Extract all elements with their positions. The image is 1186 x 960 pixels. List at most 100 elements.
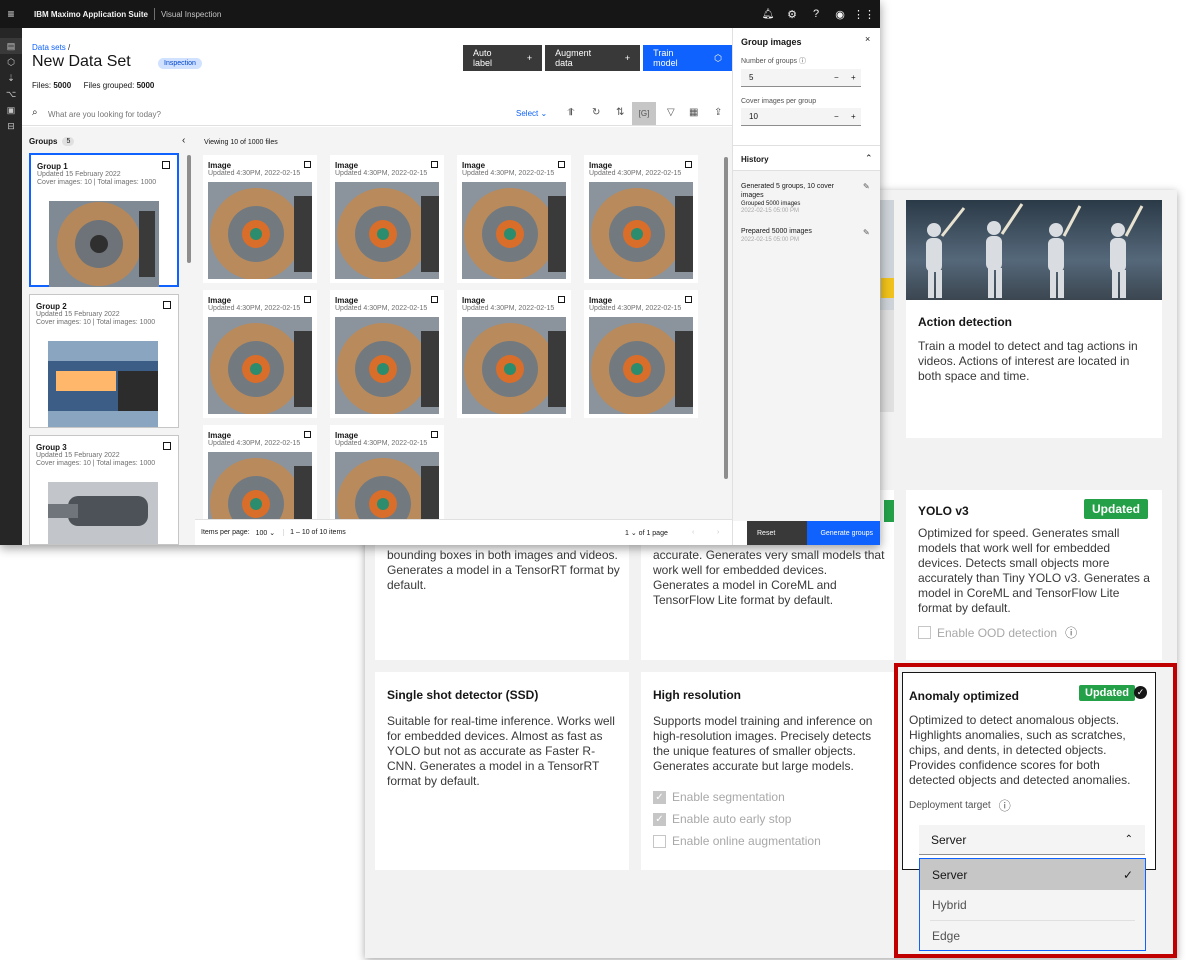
next-page-icon[interactable]: › — [717, 529, 719, 536]
updated-badge: Updated — [1084, 499, 1148, 519]
group-checkbox[interactable] — [163, 442, 171, 450]
ood-option[interactable]: Enable OOD detection ⓘ — [918, 624, 1077, 641]
early-stop-checkbox[interactable]: ✓ — [653, 812, 666, 826]
increment-icon[interactable]: + — [851, 73, 856, 82]
deploy-nav-icon[interactable]: ⇣ — [0, 70, 22, 86]
menu-option-hybrid[interactable]: Hybrid — [930, 890, 1135, 921]
image-tile[interactable]: Image Updated 4:30PM, 2022-02-15 — [330, 155, 444, 283]
projects-nav-icon[interactable]: ⌥ — [0, 86, 22, 102]
auto-label-button[interactable]: Auto label + — [463, 45, 543, 71]
online-augmentation-option[interactable]: Enable online augmentation — [653, 834, 821, 848]
ood-checkbox[interactable] — [918, 626, 931, 639]
tile-checkbox[interactable] — [431, 296, 438, 303]
deployment-target-dropdown[interactable]: Server ⌃ — [919, 825, 1145, 855]
hamburger-menu-icon[interactable]: ≡ — [0, 7, 22, 21]
group-checkbox[interactable] — [163, 301, 171, 309]
info-icon[interactable]: ⓘ — [799, 58, 806, 65]
image-tile[interactable]: Image Updated 4:30PM, 2022-02-15 — [203, 425, 317, 519]
search-input[interactable] — [48, 106, 348, 122]
decrement-icon[interactable]: − — [834, 73, 839, 82]
collapse-chevron-icon[interactable]: ‹ — [182, 135, 185, 146]
image-tile[interactable]: Image Updated 4:30PM, 2022-02-15 — [584, 155, 698, 283]
prev-page-icon[interactable]: ‹ — [692, 529, 694, 536]
edit-icon[interactable]: ✎ — [863, 182, 870, 191]
groups-scrollbar[interactable] — [187, 155, 191, 263]
group-checkbox[interactable] — [162, 161, 170, 169]
tile-checkbox[interactable] — [304, 296, 311, 303]
menu-option-label: Hybrid — [932, 898, 967, 912]
breadcrumb-link[interactable]: Data sets — [32, 43, 66, 52]
card-description: accurate. Generates very small models th… — [653, 548, 885, 607]
tile-checkbox[interactable] — [558, 296, 565, 303]
page-select[interactable]: 1 ⌄ of 1 page — [625, 529, 668, 537]
reset-button[interactable]: Reset — [747, 521, 807, 545]
cover-input[interactable]: 10 − + — [741, 108, 861, 126]
filter-upload-icon[interactable]: ⥣ — [567, 107, 574, 118]
info-icon[interactable]: ⓘ — [1065, 624, 1077, 641]
group-card[interactable]: Group 1 Updated 15 February 2022 Cover i… — [29, 153, 179, 287]
notification-icon[interactable]: 🔔︎ — [756, 9, 780, 20]
tile-checkbox[interactable] — [685, 296, 692, 303]
image-tile[interactable]: Image Updated 4:30PM, 2022-02-15 — [203, 155, 317, 283]
devices-nav-icon[interactable]: ⊟ — [0, 118, 22, 134]
image-tile[interactable]: Image Updated 4:30PM, 2022-02-15 — [330, 290, 444, 418]
breadcrumb[interactable]: Data sets / — [32, 43, 70, 52]
train-model-button[interactable]: Train model ⬡ — [643, 45, 732, 71]
ssd-card[interactable]: Single shot detector (SSD) Suitable for … — [375, 672, 629, 870]
sort-icon[interactable]: ⇅ — [616, 107, 624, 118]
datasets-nav-icon[interactable]: ▤ — [0, 38, 22, 54]
high-resolution-card[interactable]: High resolution Supports model training … — [641, 672, 894, 870]
group-card[interactable]: Group 2 Updated 15 February 2022 Cover i… — [29, 294, 179, 428]
group-view-icon[interactable]: [G] — [632, 102, 656, 125]
items-per-page-select[interactable]: 100 ⌄ — [256, 529, 276, 537]
updated-badge: Updated — [1079, 685, 1135, 701]
info-icon[interactable]: ⓘ — [999, 797, 1011, 814]
reports-nav-icon[interactable]: ▣ — [0, 102, 22, 118]
action-detection-card[interactable]: Action detection Train a model to detect… — [906, 200, 1162, 438]
num-groups-input[interactable]: 5 − + — [741, 69, 861, 87]
help-icon[interactable]: ? — [804, 8, 828, 20]
menu-option-edge[interactable]: Edge — [920, 921, 1145, 951]
early-stop-option[interactable]: ✓ Enable auto early stop — [653, 812, 821, 826]
app-switcher-icon[interactable]: ⋮⋮ — [852, 8, 876, 21]
tile-checkbox[interactable] — [304, 431, 311, 438]
grid-view-icon[interactable]: ▦ — [689, 107, 698, 118]
brake-disc-image — [208, 317, 312, 414]
anomaly-optimized-card[interactable]: Anomaly optimized Updated ✓ Optimized to… — [902, 672, 1156, 870]
image-tile[interactable]: Image Updated 4:30PM, 2022-02-15 — [330, 425, 444, 519]
tile-checkbox[interactable] — [431, 161, 438, 168]
generate-groups-button[interactable]: Generate groups — [807, 521, 880, 545]
models-nav-icon[interactable]: ⬡ — [0, 54, 22, 70]
decrement-icon[interactable]: − — [834, 112, 839, 121]
refresh-icon[interactable]: ↻ — [592, 107, 600, 118]
gallery-scrollbar[interactable] — [724, 157, 728, 479]
export-icon[interactable]: ⇪ — [714, 107, 722, 118]
settings-icon[interactable]: ⚙ — [780, 8, 804, 21]
user-icon[interactable]: ◉ — [828, 8, 852, 21]
image-tile[interactable]: Image Updated 4:30PM, 2022-02-15 — [457, 290, 571, 418]
menu-option-server[interactable]: Server ✓ — [920, 859, 1145, 890]
tile-checkbox[interactable] — [431, 431, 438, 438]
tile-checkbox[interactable] — [304, 161, 311, 168]
augment-data-button[interactable]: Augment data + — [545, 45, 641, 71]
image-tile[interactable]: Image Updated 4:30PM, 2022-02-15 — [584, 290, 698, 418]
tile-checkbox[interactable] — [685, 161, 692, 168]
close-icon[interactable]: × — [865, 34, 870, 44]
filter-icon[interactable]: ▽ — [667, 107, 675, 118]
yolo-v3-card[interactable]: YOLO v3 Updated Optimized for speed. Gen… — [906, 490, 1162, 660]
edit-icon[interactable]: ✎ — [863, 228, 870, 237]
tile-checkbox[interactable] — [558, 161, 565, 168]
dataset-window: ≡ IBM Maximo Application Suite Visual In… — [0, 0, 880, 545]
online-augmentation-checkbox[interactable] — [653, 834, 666, 848]
card-title: Single shot detector (SSD) — [387, 688, 539, 702]
select-dropdown[interactable]: Select ⌄ — [516, 109, 547, 118]
group-card[interactable]: Group 3 Updated 15 February 2022 Cover i… — [29, 435, 179, 545]
image-tile[interactable]: Image Updated 4:30PM, 2022-02-15 — [457, 155, 571, 283]
segmentation-option[interactable]: ✓ Enable segmentation — [653, 790, 821, 804]
brake-disc-image — [49, 201, 159, 287]
increment-icon[interactable]: + — [851, 112, 856, 121]
history-header[interactable]: History ⌃ — [733, 145, 880, 171]
segmentation-checkbox[interactable]: ✓ — [653, 790, 666, 804]
tile-updated: Updated 4:30PM, 2022-02-15 — [462, 170, 555, 177]
image-tile[interactable]: Image Updated 4:30PM, 2022-02-15 — [203, 290, 317, 418]
